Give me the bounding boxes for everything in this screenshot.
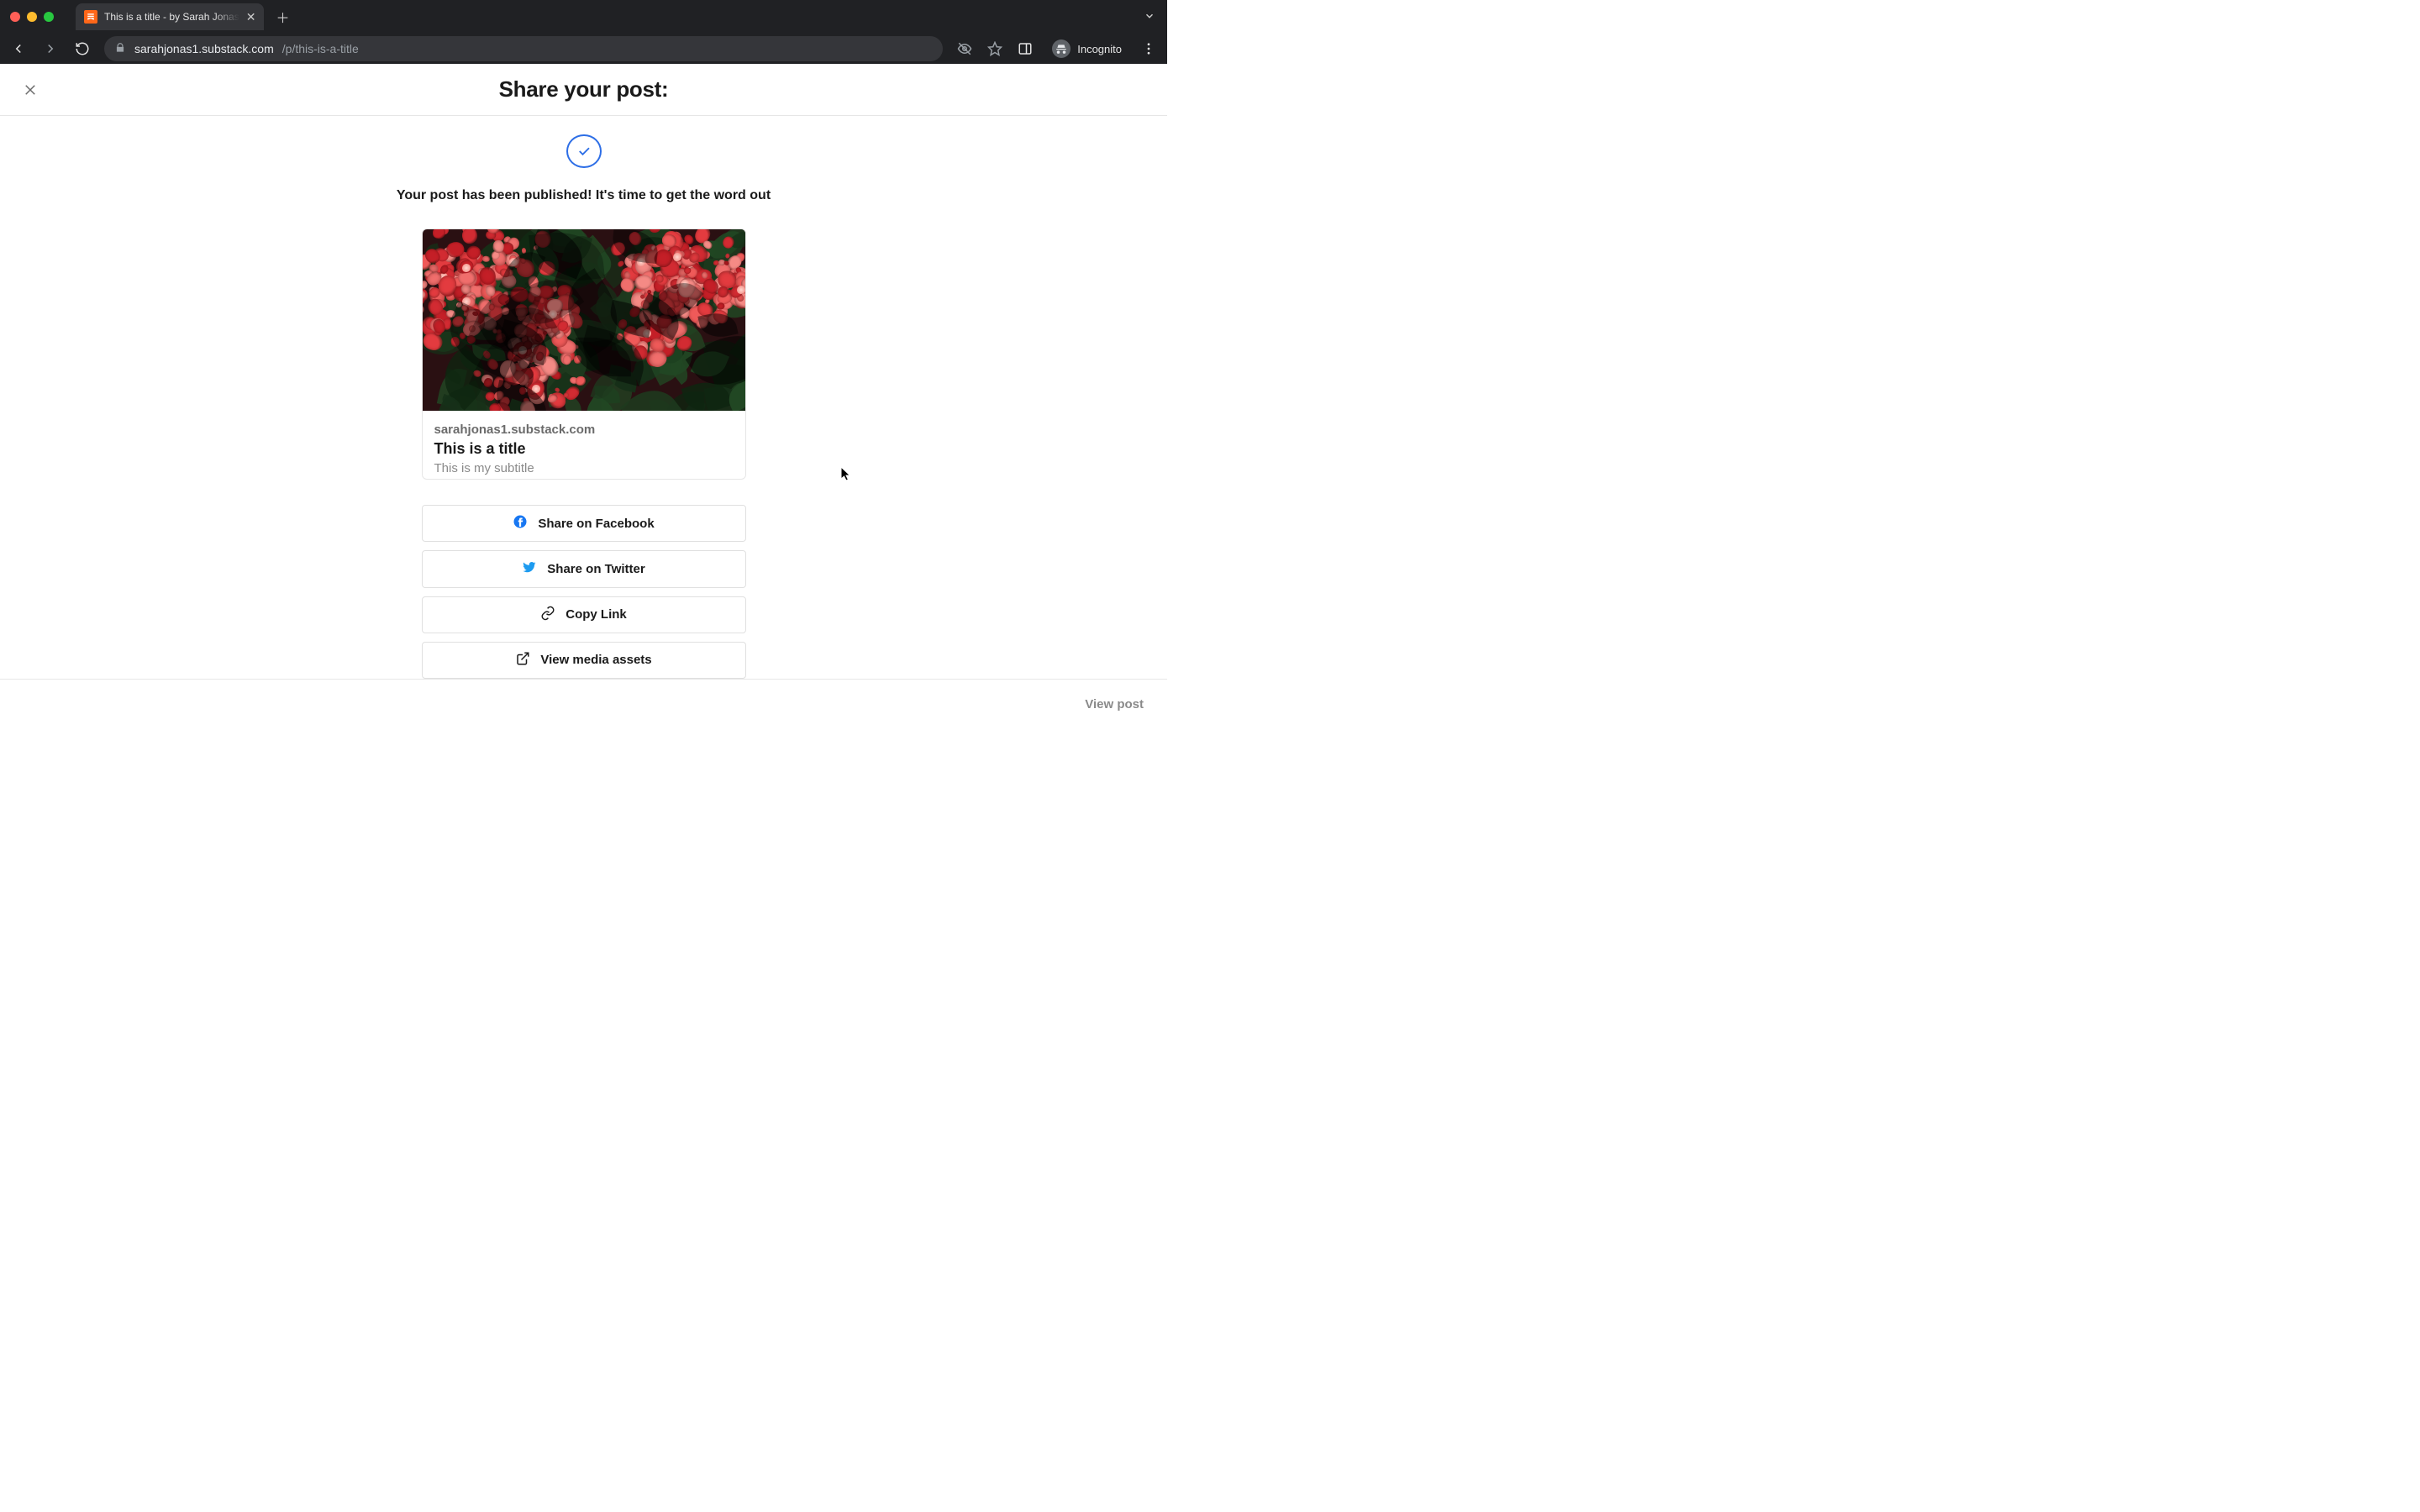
incognito-icon xyxy=(1052,39,1071,58)
share-facebook-button[interactable]: Share on Facebook xyxy=(422,505,746,542)
page-body: Your post has been published! It's time … xyxy=(0,116,1167,679)
tab-close-icon[interactable]: ✕ xyxy=(246,10,256,24)
url-host: sarahjonas1.substack.com xyxy=(134,42,274,55)
browser-tab[interactable]: This is a title - by Sarah Jonas ✕ xyxy=(76,3,264,30)
share-facebook-label: Share on Facebook xyxy=(538,517,654,531)
facebook-icon xyxy=(513,514,528,533)
address-bar[interactable]: sarahjonas1.substack.com/p/this-is-a-tit… xyxy=(104,36,943,61)
post-card-title: This is a title xyxy=(434,440,734,458)
side-panel-icon[interactable] xyxy=(1015,39,1035,59)
copy-link-label: Copy Link xyxy=(566,607,627,622)
post-preview-card: sarahjonas1.substack.com This is a title… xyxy=(422,228,746,480)
close-icon[interactable] xyxy=(18,78,42,102)
substack-favicon-icon xyxy=(84,10,97,24)
incognito-indicator[interactable]: Incognito xyxy=(1045,36,1128,61)
post-card-meta: sarahjonas1.substack.com This is a title… xyxy=(423,411,745,480)
lock-icon xyxy=(114,42,126,56)
kebab-menu-icon[interactable] xyxy=(1139,39,1159,59)
page-title: Share your post: xyxy=(499,76,669,102)
link-icon xyxy=(540,606,555,624)
tabs-dropdown-icon[interactable] xyxy=(1132,10,1167,24)
url-path: /p/this-is-a-title xyxy=(282,42,359,55)
window-close-button[interactable] xyxy=(10,12,20,22)
share-twitter-button[interactable]: Share on Twitter xyxy=(422,550,746,587)
page-header: Share your post: xyxy=(0,64,1167,116)
forward-button[interactable] xyxy=(40,39,60,59)
browser-toolbar: sarahjonas1.substack.com/p/this-is-a-tit… xyxy=(0,34,1167,64)
share-twitter-label: Share on Twitter xyxy=(547,562,644,576)
browser-chrome: This is a title - by Sarah Jonas ✕ ＋ sar… xyxy=(0,0,1167,64)
post-card-domain: sarahjonas1.substack.com xyxy=(434,423,734,437)
page: Share your post: Your post has been publ… xyxy=(0,64,1167,729)
twitter-icon xyxy=(522,559,537,578)
published-message: Your post has been published! It's time … xyxy=(397,188,771,203)
view-post-link[interactable]: View post xyxy=(1085,697,1144,711)
external-link-icon xyxy=(515,651,530,669)
copy-link-button[interactable]: Copy Link xyxy=(422,596,746,633)
bookmark-star-icon[interactable] xyxy=(985,39,1005,59)
tab-strip: This is a title - by Sarah Jonas ✕ ＋ xyxy=(0,0,1167,34)
window-zoom-button[interactable] xyxy=(44,12,54,22)
post-card-subtitle: This is my subtitle xyxy=(434,461,734,475)
window-controls xyxy=(10,12,54,22)
page-footer: View post xyxy=(0,679,1167,729)
reload-button[interactable] xyxy=(72,39,92,59)
view-media-assets-label: View media assets xyxy=(540,653,651,667)
success-check-icon xyxy=(566,134,602,168)
eye-off-icon[interactable] xyxy=(955,39,975,59)
incognito-label: Incognito xyxy=(1077,43,1122,55)
view-media-assets-button[interactable]: View media assets xyxy=(422,642,746,679)
window-minimize-button[interactable] xyxy=(27,12,37,22)
toolbar-right: Incognito xyxy=(955,36,1159,61)
new-tab-button[interactable]: ＋ xyxy=(271,5,294,29)
tab-title: This is a title - by Sarah Jonas xyxy=(104,11,239,23)
post-cover-image xyxy=(423,229,745,411)
back-button[interactable] xyxy=(8,39,29,59)
